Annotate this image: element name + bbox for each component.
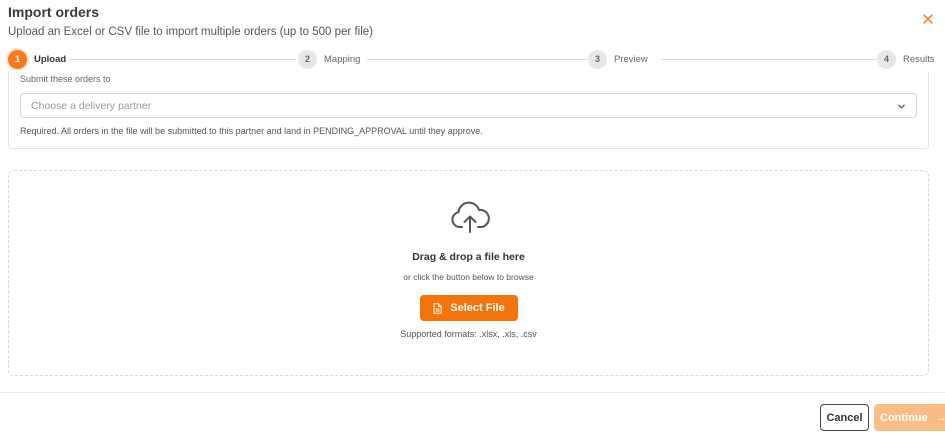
delivery-partner-select[interactable]: Choose a delivery partner [20,93,917,118]
partner-field-label: Submit these orders to [20,74,111,84]
step-label: Preview [614,53,648,65]
stepper: 1 Upload 2 Mapping 3 Preview 4 Results [8,49,938,69]
step-label: Mapping [324,53,361,65]
step-number: 4 [877,49,896,69]
dialog-title: Import orders [8,4,100,20]
cancel-button[interactable]: Cancel [820,404,869,431]
dropzone-subtitle: or click the button below to browse [403,272,534,282]
step-label: Upload [34,53,67,65]
select-placeholder: Choose a delivery partner [31,99,152,112]
step-preview: 3 Preview [588,49,648,69]
select-file-button[interactable]: Select File [420,295,518,321]
supported-formats: Supported formats: .xlsx, .xls, .csv [400,329,537,339]
continue-button[interactable]: Continue → [874,404,945,431]
file-icon [433,302,442,314]
file-dropzone[interactable]: Drag & drop a file here or click the but… [8,170,929,376]
dialog-header: Import orders Upload an Excel or CSV fil… [8,4,373,38]
step-label: Results [903,53,935,65]
select-file-label: Select File [450,302,505,314]
step-number: 1 [8,49,27,69]
step-results: 4 Results [877,49,935,69]
step-upload: 1 Upload [8,49,66,69]
footer-divider [0,392,945,393]
dialog-subtitle: Upload an Excel or CSV file to import mu… [8,26,373,38]
stepper-connector [661,59,877,60]
chevron-down-icon [898,104,905,109]
stepper-connector [70,59,296,60]
cloud-upload-icon [451,201,490,233]
step-mapping: 2 Mapping [298,49,360,69]
continue-label: Continue [880,411,928,424]
step-number: 2 [298,49,317,69]
partner-help-text: Required. All orders in the file will be… [20,126,483,136]
close-icon[interactable] [921,12,935,26]
stepper-connector [367,59,587,60]
arrow-right-icon: → [935,411,945,424]
partner-card: Submit these orders to Choose a delivery… [8,72,929,149]
dropzone-title: Drag & drop a file here [412,251,525,263]
step-number: 3 [588,49,607,69]
